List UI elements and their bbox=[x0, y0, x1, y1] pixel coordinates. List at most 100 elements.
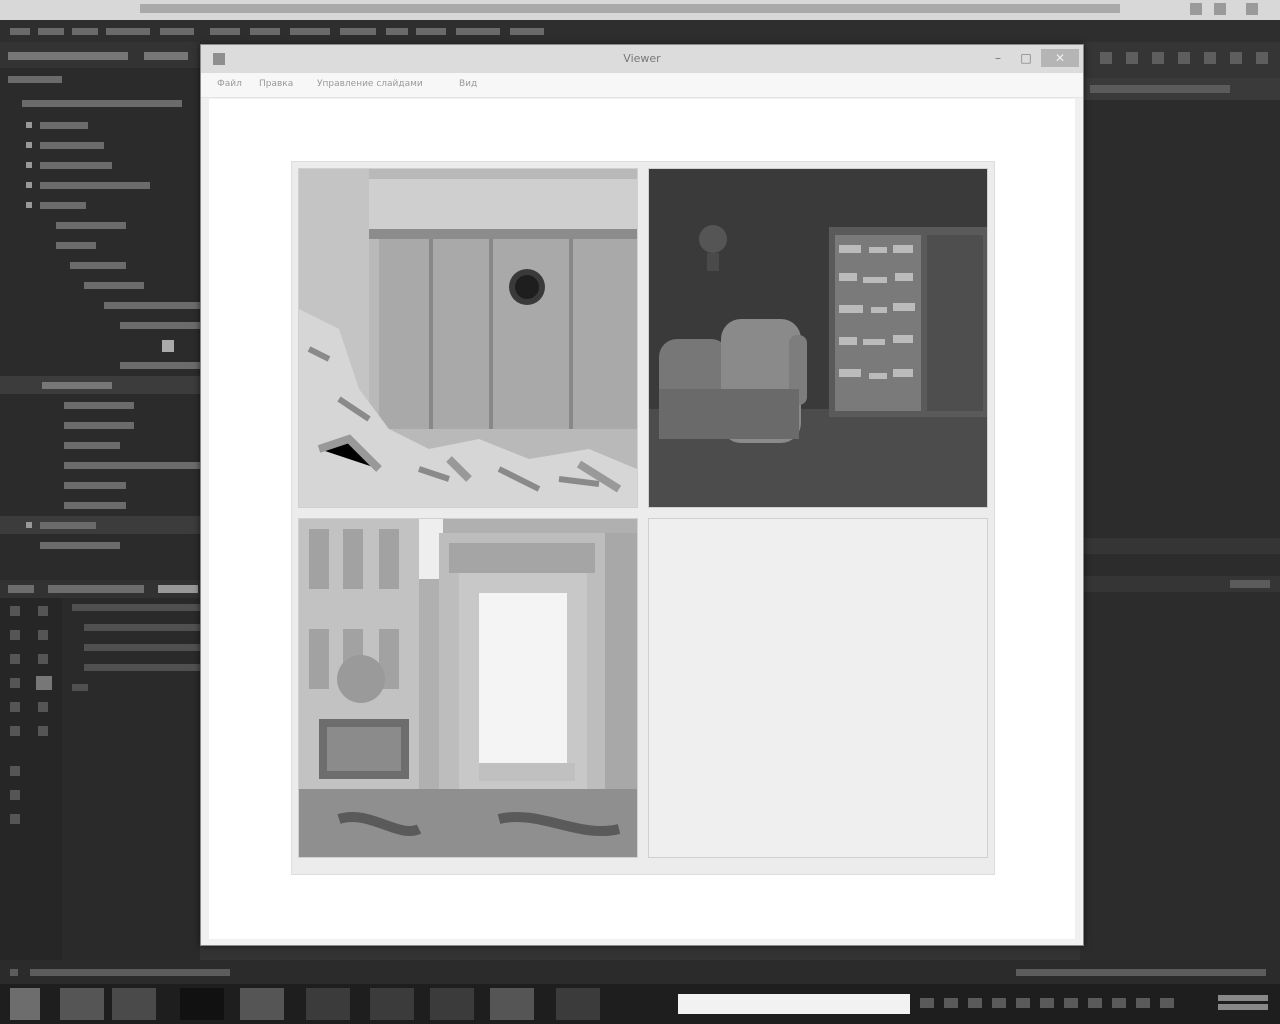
taskbar-app-button[interactable] bbox=[556, 988, 600, 1020]
expand-arrow-icon[interactable] bbox=[26, 202, 32, 208]
taskbar-app-button[interactable] bbox=[306, 988, 350, 1020]
menu-slides[interactable]: Управление слайдами bbox=[317, 79, 423, 89]
toolbar-icon[interactable] bbox=[1204, 52, 1216, 64]
toolbar-icon[interactable] bbox=[10, 630, 20, 640]
tree-row[interactable] bbox=[40, 122, 88, 129]
tree-row[interactable] bbox=[64, 462, 200, 469]
tree-row[interactable] bbox=[40, 522, 96, 529]
image-tile-ornate-doorway[interactable] bbox=[298, 518, 638, 858]
menu-item[interactable] bbox=[340, 28, 376, 35]
tree-row[interactable] bbox=[104, 302, 200, 309]
taskbar-app-button[interactable] bbox=[490, 988, 534, 1020]
maximize-icon[interactable]: □ bbox=[1013, 49, 1039, 67]
menu-view[interactable]: Вид bbox=[459, 79, 477, 89]
expand-arrow-icon[interactable] bbox=[26, 162, 32, 168]
tree-row[interactable] bbox=[84, 282, 144, 289]
tree-row[interactable] bbox=[40, 542, 120, 549]
app-close-button[interactable] bbox=[1246, 3, 1258, 15]
panel-tab[interactable] bbox=[48, 585, 144, 593]
toolbar-icon[interactable] bbox=[1230, 52, 1242, 64]
image-tile-bunker-door[interactable] bbox=[298, 168, 638, 508]
toolbar-icon[interactable] bbox=[38, 654, 48, 664]
toolbar-icon[interactable] bbox=[1152, 52, 1164, 64]
toolbar-icon[interactable] bbox=[10, 606, 20, 616]
menu-item[interactable] bbox=[210, 28, 240, 35]
expand-arrow-icon[interactable] bbox=[26, 142, 32, 148]
tray-icon[interactable] bbox=[920, 998, 934, 1008]
toolbar-icon[interactable] bbox=[38, 702, 48, 712]
toolbar-icon[interactable] bbox=[10, 702, 20, 712]
menu-item[interactable] bbox=[290, 28, 330, 35]
menu-file[interactable]: Файл bbox=[217, 79, 242, 89]
menu-item[interactable] bbox=[106, 28, 150, 35]
close-icon[interactable]: ✕ bbox=[1041, 49, 1079, 67]
toolbar-icon[interactable] bbox=[1126, 52, 1138, 64]
tree-row[interactable] bbox=[56, 222, 126, 229]
tree-row[interactable] bbox=[8, 76, 62, 83]
menu-item[interactable] bbox=[250, 28, 280, 35]
toolbar-icon[interactable] bbox=[10, 726, 20, 736]
dialog-titlebar[interactable]: Viewer – □ ✕ bbox=[201, 45, 1083, 73]
tray-icon[interactable] bbox=[944, 998, 958, 1008]
menu-item[interactable] bbox=[38, 28, 64, 35]
panel-tab[interactable] bbox=[8, 52, 128, 60]
tree-row[interactable] bbox=[22, 100, 182, 107]
panel-tab[interactable] bbox=[8, 585, 34, 593]
tree-row[interactable] bbox=[64, 502, 126, 509]
toolbar-icon[interactable] bbox=[10, 790, 20, 800]
tray-icon[interactable] bbox=[1064, 998, 1078, 1008]
taskbar-search-input[interactable] bbox=[678, 994, 910, 1014]
taskbar-app-button[interactable] bbox=[430, 988, 474, 1020]
right-panel-scrollbar[interactable] bbox=[1080, 538, 1280, 554]
tray-icon[interactable] bbox=[1136, 998, 1150, 1008]
tree-row[interactable] bbox=[42, 382, 112, 389]
tree-row[interactable] bbox=[40, 162, 112, 169]
tree-row[interactable] bbox=[120, 362, 200, 369]
tray-icon[interactable] bbox=[992, 998, 1006, 1008]
toolbar-icon[interactable] bbox=[1100, 52, 1112, 64]
tray-icon[interactable] bbox=[968, 998, 982, 1008]
tray-icon[interactable] bbox=[1160, 998, 1174, 1008]
toolbar-icon[interactable] bbox=[38, 630, 48, 640]
taskbar-app-button[interactable] bbox=[180, 988, 224, 1020]
menu-item[interactable] bbox=[416, 28, 446, 35]
menu-item[interactable] bbox=[510, 28, 544, 35]
expand-arrow-icon[interactable] bbox=[26, 122, 32, 128]
image-tile-empty[interactable] bbox=[648, 518, 988, 858]
menu-item[interactable] bbox=[72, 28, 98, 35]
menu-item[interactable] bbox=[10, 28, 30, 35]
tree-row[interactable] bbox=[64, 422, 134, 429]
tray-icon[interactable] bbox=[1040, 998, 1054, 1008]
tree-row[interactable] bbox=[56, 242, 96, 249]
menu-item[interactable] bbox=[456, 28, 500, 35]
tree-row[interactable] bbox=[64, 442, 120, 449]
image-tile-dark-room[interactable] bbox=[648, 168, 988, 508]
tree-row[interactable] bbox=[40, 202, 86, 209]
tray-icon[interactable] bbox=[1088, 998, 1102, 1008]
menu-edit[interactable]: Правка bbox=[259, 79, 293, 89]
app-maximize-button[interactable] bbox=[1214, 3, 1226, 15]
minimize-icon[interactable]: – bbox=[985, 49, 1011, 67]
taskbar-app-button[interactable] bbox=[370, 988, 414, 1020]
toolbar-icon[interactable] bbox=[1256, 52, 1268, 64]
tree-row[interactable] bbox=[64, 482, 126, 489]
taskbar-app-button[interactable] bbox=[60, 988, 104, 1020]
taskbar-app-button[interactable] bbox=[112, 988, 156, 1020]
menu-item[interactable] bbox=[386, 28, 408, 35]
menu-item[interactable] bbox=[160, 28, 194, 35]
toolbar-icon[interactable] bbox=[10, 766, 20, 776]
toolbar-icon[interactable] bbox=[10, 814, 20, 824]
toolbar-icon[interactable] bbox=[38, 726, 48, 736]
panel-tab[interactable] bbox=[144, 52, 188, 60]
toolbar-icon[interactable] bbox=[36, 676, 52, 690]
tray-icon[interactable] bbox=[1112, 998, 1126, 1008]
tree-row[interactable] bbox=[64, 402, 134, 409]
taskbar-clock[interactable] bbox=[1218, 992, 1268, 1016]
tree-row[interactable] bbox=[120, 322, 200, 329]
toolbar-icon[interactable] bbox=[38, 606, 48, 616]
toolbar-icon[interactable] bbox=[1178, 52, 1190, 64]
tree-row[interactable] bbox=[40, 142, 104, 149]
tree-row[interactable] bbox=[70, 262, 126, 269]
expand-arrow-icon[interactable] bbox=[26, 522, 32, 528]
toolbar-icon[interactable] bbox=[10, 654, 20, 664]
